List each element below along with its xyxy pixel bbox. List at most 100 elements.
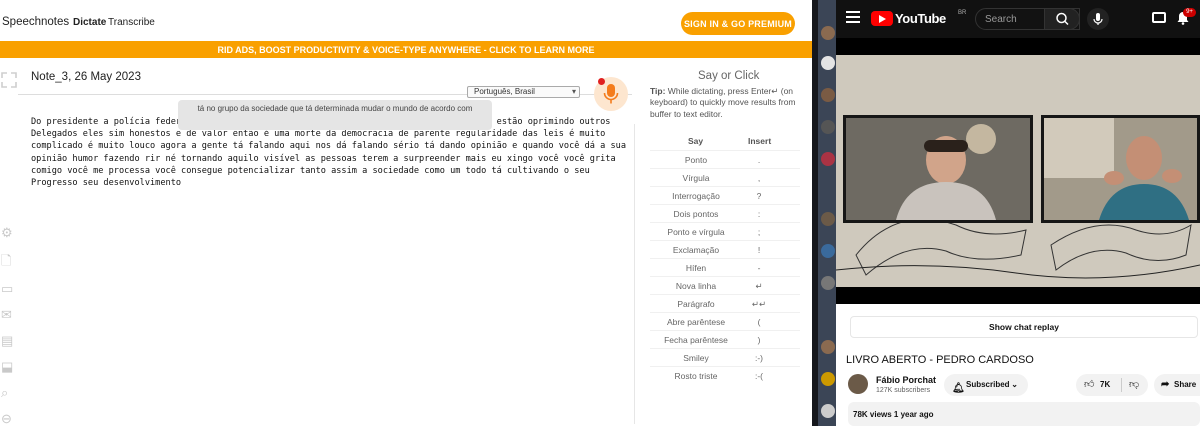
command-say: Nova linha (675, 281, 717, 291)
command-say: Fecha parêntese (664, 335, 728, 345)
say-or-click-title: Say or Click (698, 70, 760, 82)
channel-name[interactable]: Fábio Porchat (876, 375, 936, 385)
command-insert: :-) (754, 353, 764, 363)
youtube-logo-icon[interactable] (871, 11, 893, 26)
like-icon[interactable]: 👍︎ (1084, 378, 1094, 390)
command-say: Dois pontos (673, 209, 719, 219)
download-icon[interactable]: ⬓ (1, 360, 15, 373)
avatar (821, 26, 835, 40)
like-count[interactable]: 7K (1100, 380, 1110, 389)
command-insert: ! (757, 245, 761, 255)
command-row[interactable]: Interrogação? (650, 186, 800, 204)
interim-results-popup: tá no grupo da sociedade que tá determin… (178, 100, 492, 130)
print-icon[interactable]: ▤ (1, 334, 15, 347)
show-chat-replay-button[interactable]: Show chat replay (850, 316, 1198, 338)
command-row[interactable]: Ponto. (650, 150, 800, 168)
minus-icon[interactable]: ⊖ (1, 412, 15, 425)
command-insert: . (757, 155, 761, 165)
create-icon[interactable] (1152, 12, 1166, 23)
command-row[interactable]: Nova linha ↵ (650, 276, 800, 294)
promo-banner[interactable]: RID ADS, BOOST PRODUCTIVITY & VOICE-TYPE… (0, 41, 812, 58)
command-row[interactable]: Hífen - (650, 258, 800, 276)
video-player[interactable] (836, 38, 1200, 304)
dislike-icon[interactable]: 👎︎ (1129, 378, 1139, 390)
channel-avatar[interactable] (848, 374, 868, 394)
search-button[interactable] (1044, 8, 1080, 30)
gear-icon[interactable]: ⚙ (1, 226, 15, 239)
chevron-down-icon: ⌄ (1011, 380, 1018, 389)
language-select[interactable]: Português, Brasil ▾ (467, 86, 580, 98)
command-row[interactable]: Smiley:-) (650, 348, 800, 366)
subscribed-button[interactable]: 🔔︎ Subscribed ⌄ (944, 374, 1028, 396)
youtube-wordmark[interactable]: YouTube (895, 11, 946, 26)
speechnotes-app: Speechnotes Dictate Transcribe SIGN IN &… (0, 0, 812, 426)
avatar (821, 276, 835, 290)
note-title[interactable]: Note_3, 26 May 2023 (31, 71, 141, 83)
command-insert: ↵↵ (751, 299, 767, 309)
avatar (821, 212, 835, 226)
command-say: Vírgula (682, 173, 710, 183)
command-row[interactable]: Abre parêntese ( (650, 312, 800, 330)
screen: Speechnotes Dictate Transcribe SIGN IN &… (0, 0, 1200, 426)
sign-in-premium-button[interactable]: SIGN IN & GO PREMIUM (681, 12, 795, 35)
column-header-insert: Insert (748, 136, 772, 146)
command-insert: :-( (754, 371, 764, 381)
column-header-say: Say (688, 136, 704, 146)
command-row[interactable]: Vírgula, (650, 168, 800, 186)
microphone-icon (603, 84, 619, 104)
subscriber-count: 127K subscribers (876, 387, 931, 394)
new-file-icon[interactable]: 🗋 (1, 254, 15, 267)
app-brand[interactable]: Speechnotes (2, 16, 69, 28)
description-box[interactable]: 78K views 1 year ago (848, 402, 1200, 426)
chevron-down-icon: ▾ (571, 87, 576, 96)
command-row[interactable]: Rosto triste :-( (650, 366, 800, 384)
youtube-window: YouTube BR Search 9+ Show chat replay LI… (836, 0, 1200, 426)
tab-dictate[interactable]: Dictate (73, 17, 106, 28)
subscribed-label: Subscribed (966, 380, 1010, 389)
avatar (821, 120, 835, 134)
person-silhouette (846, 118, 1030, 220)
mail-icon[interactable]: ✉ (1, 308, 15, 321)
zoom-icon[interactable]: ⌕ (1, 386, 15, 399)
tip-text: Tip: While dictating, press Enter↵ (on k… (650, 86, 800, 120)
webcam-feed-left (843, 115, 1033, 223)
command-insert: : (757, 209, 761, 219)
folder-icon[interactable]: ▭ (1, 282, 15, 295)
views-and-date: 78K views 1 year ago (853, 410, 934, 419)
command-insert: ) (757, 335, 761, 345)
expand-icon[interactable] (1, 72, 17, 88)
avatar (821, 152, 835, 166)
command-row[interactable]: Parágrafo ↵↵ (650, 294, 800, 312)
command-say: Hífen (685, 263, 707, 273)
microphone-icon (1093, 13, 1103, 25)
command-say: Exclamação (672, 245, 720, 255)
person-silhouette (1044, 118, 1197, 220)
menu-icon[interactable] (846, 11, 860, 23)
avatar (821, 244, 835, 258)
command-say: Parágrafo (677, 299, 715, 309)
share-icon: ➦ (1161, 379, 1170, 390)
command-say: Abre parêntese (666, 317, 726, 327)
command-insert: - (757, 263, 761, 273)
youtube-header: YouTube BR Search 9+ (836, 0, 1200, 38)
command-row[interactable]: Dois pontos: (650, 204, 800, 222)
command-row[interactable]: Exclamação! (650, 240, 800, 258)
avatar (821, 372, 835, 386)
command-say: Ponto e vírgula (667, 227, 725, 237)
divider (1121, 378, 1122, 392)
command-insert: , (757, 173, 761, 183)
avatar (821, 340, 835, 354)
command-insert: ? (756, 191, 762, 201)
tab-transcribe[interactable]: Transcribe (108, 17, 155, 28)
voice-search-button[interactable] (1087, 8, 1109, 30)
avatar (821, 56, 835, 70)
command-say: Rosto triste (674, 371, 718, 381)
share-button[interactable]: ➦ Share (1154, 374, 1200, 396)
command-row[interactable]: Fecha parêntese) (650, 330, 800, 348)
desktop-strip (812, 0, 836, 426)
tip-label: Tip: (650, 86, 666, 96)
notification-badge: 9+ (1183, 8, 1196, 17)
command-row[interactable]: Ponto e vírgula; (650, 222, 800, 240)
share-label: Share (1174, 380, 1197, 389)
video-frame (836, 55, 1200, 287)
